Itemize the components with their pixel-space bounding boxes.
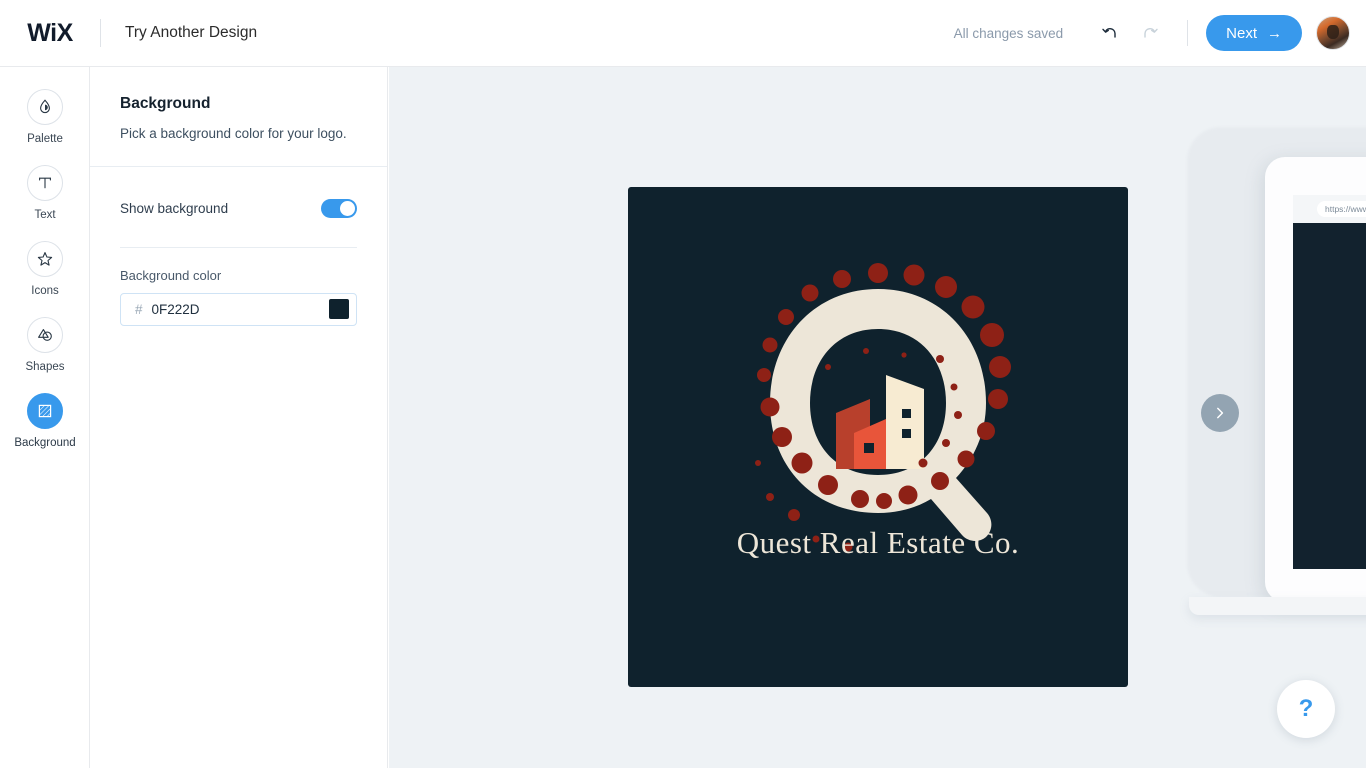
- hex-value-text[interactable]: 0F222D: [152, 302, 329, 317]
- sidebar-item-text[interactable]: Text: [0, 165, 90, 221]
- preview-stage: https://www.m: [389, 67, 1366, 768]
- device-page-content: [1293, 223, 1366, 569]
- device-mockup-base: [1189, 597, 1366, 615]
- device-screen: https://www.m: [1293, 195, 1366, 569]
- next-button-label: Next: [1226, 24, 1257, 42]
- show-background-row: Show background: [120, 193, 357, 225]
- icons-icon-wrap: [27, 241, 63, 277]
- sidebar-item-label: Text: [34, 209, 56, 221]
- palette-icon-wrap: [27, 89, 63, 125]
- undo-arrow-icon: [1102, 28, 1116, 38]
- design-title[interactable]: Try Another Design: [125, 24, 257, 42]
- sidebar-item-icons[interactable]: Icons: [0, 241, 90, 297]
- star-icon: [37, 252, 53, 266]
- redo-arrow-icon: [1144, 28, 1158, 38]
- topbar-action-divider: [1187, 20, 1189, 46]
- show-background-label: Show background: [120, 201, 229, 217]
- sidebar-item-background[interactable]: Background: [0, 393, 90, 449]
- user-avatar[interactable]: [1316, 16, 1350, 50]
- arrow-right-icon: →: [1267, 24, 1282, 42]
- buildings-shape: [836, 375, 924, 469]
- quest-q-monogram-icon: [755, 263, 1011, 552]
- topbar-divider: [100, 19, 101, 47]
- top-bar: WiX Try Another Design All changes saved…: [0, 0, 1366, 67]
- undo-button[interactable]: [1093, 16, 1127, 50]
- shapes-icon: [38, 329, 52, 341]
- hash-symbol: #: [135, 301, 143, 317]
- url-text: https://www.m: [1317, 201, 1366, 217]
- page-title: Background: [120, 95, 211, 112]
- sidebar-item-label: Shapes: [25, 361, 65, 373]
- toggle-knob: [340, 201, 355, 217]
- panel-subtitle: Pick a background color for your logo.: [120, 126, 347, 141]
- redo-button[interactable]: [1133, 16, 1167, 50]
- show-background-toggle[interactable]: [321, 199, 357, 219]
- background-settings-panel: Background Pick a background color for y…: [90, 67, 388, 768]
- help-button[interactable]: ?: [1277, 680, 1335, 738]
- background-color-input[interactable]: # 0F222D: [120, 292, 357, 326]
- panel-body: Show background Background color # 0F222…: [90, 167, 387, 326]
- chevron-right-icon: [1217, 407, 1224, 419]
- topbar-actions: All changes saved Next →: [954, 15, 1350, 51]
- logo-preview-card[interactable]: Quest Real Estate Co.: [628, 187, 1128, 687]
- panel-header: Background Pick a background color for y…: [90, 67, 387, 166]
- sidebar-item-label: Icons: [31, 285, 59, 297]
- text-icon-wrap: [27, 165, 63, 201]
- device-mockup: https://www.m: [1265, 157, 1366, 602]
- droplet-icon: [40, 99, 50, 114]
- hatched-square-icon: [38, 404, 52, 418]
- background-color-label: Background color: [120, 267, 222, 283]
- save-status-text: All changes saved: [953, 25, 1064, 41]
- sidebar-item-shapes[interactable]: Shapes: [0, 317, 90, 373]
- text-t-icon: [39, 177, 51, 189]
- wix-logo-maker-app: WiX Try Another Design All changes saved…: [0, 0, 1366, 768]
- next-mockup-button[interactable]: [1201, 394, 1239, 432]
- wix-logo[interactable]: WiX: [24, 19, 76, 47]
- question-mark-icon: ?: [1298, 695, 1314, 722]
- sidebar-item-palette[interactable]: Palette: [0, 89, 90, 145]
- logo-business-name: Quest Real Estate Co.: [736, 525, 1020, 560]
- shapes-icon-wrap: [27, 317, 63, 353]
- next-button[interactable]: Next →: [1206, 15, 1302, 51]
- panel-inner-divider: [120, 246, 357, 248]
- color-swatch-button[interactable]: [329, 299, 349, 320]
- browser-url-bar: https://www.m: [1293, 195, 1366, 223]
- background-icon-wrap: [27, 393, 63, 429]
- sidebar-item-label: Background: [14, 437, 76, 449]
- sidebar-item-label: Palette: [27, 133, 63, 145]
- logo-mark: [718, 247, 1038, 567]
- left-sidebar: Palette Text Icons Shapes Background: [0, 67, 90, 768]
